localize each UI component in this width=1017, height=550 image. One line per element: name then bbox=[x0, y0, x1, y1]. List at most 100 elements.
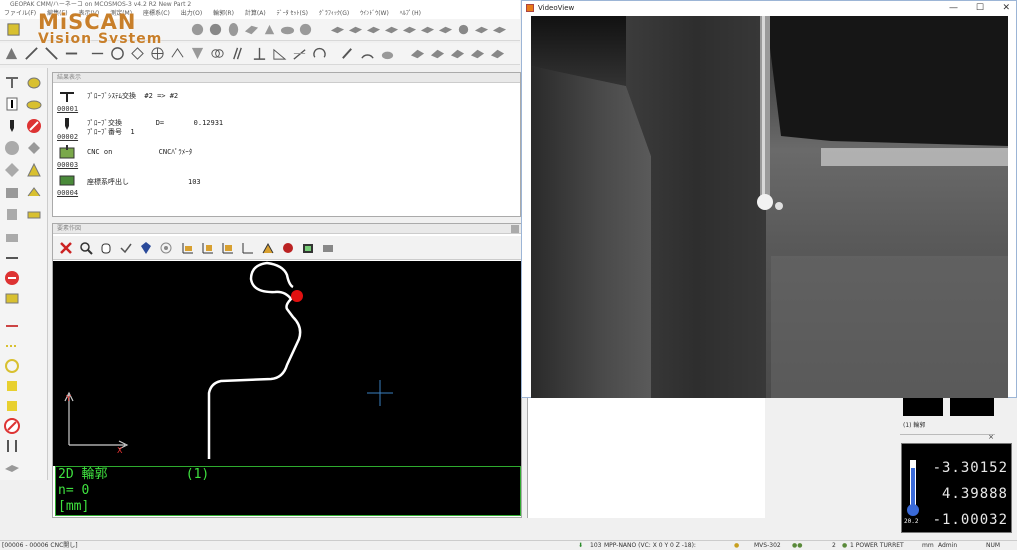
view-zx-icon[interactable] bbox=[221, 241, 235, 255]
cloud-icon[interactable] bbox=[380, 46, 395, 61]
shape-2-icon[interactable] bbox=[430, 46, 445, 61]
zoom-icon[interactable] bbox=[79, 241, 93, 255]
distance-icon[interactable] bbox=[170, 46, 185, 61]
cylinder-icon[interactable] bbox=[226, 22, 241, 37]
check-icon[interactable] bbox=[119, 241, 133, 255]
cone-icon[interactable] bbox=[262, 22, 277, 37]
symmetry-icon[interactable] bbox=[272, 46, 287, 61]
graphics-canvas[interactable]: Y X bbox=[53, 261, 521, 466]
ellipse-icon[interactable] bbox=[366, 22, 381, 37]
circle-element-icon[interactable] bbox=[208, 22, 223, 37]
pen-icon[interactable] bbox=[340, 46, 355, 61]
view-xy-icon[interactable] bbox=[181, 241, 195, 255]
line-icon[interactable] bbox=[330, 22, 345, 37]
program-row[interactable]: 00003 CNC on CNCﾊﾟﾗﾒｰﾀ bbox=[53, 143, 513, 171]
point-icon[interactable] bbox=[190, 22, 205, 37]
dotted-line-icon[interactable] bbox=[4, 338, 20, 354]
scan-circle-icon[interactable] bbox=[4, 358, 20, 374]
sheet-stack-icon[interactable] bbox=[4, 460, 20, 476]
probe-bar-icon[interactable] bbox=[4, 438, 20, 454]
robot-icon[interactable] bbox=[4, 228, 20, 244]
temperature-value: 20.2 bbox=[904, 518, 919, 525]
projection-icon[interactable] bbox=[292, 46, 307, 61]
close-button[interactable]: ✕ bbox=[1002, 1, 1010, 15]
program-row[interactable]: 00001 ﾌﾟﾛｰﾌﾞｼｽﾃﾑ交換 #2 => #2 bbox=[53, 87, 513, 115]
print-icon[interactable] bbox=[4, 290, 20, 306]
minimize-button[interactable]: — bbox=[949, 1, 958, 15]
menu-calc[interactable]: 計算(A) bbox=[245, 10, 266, 17]
view-iso-icon[interactable] bbox=[241, 241, 255, 255]
alignment-icon[interactable] bbox=[4, 74, 20, 90]
scan-box-icon[interactable] bbox=[4, 398, 20, 414]
point-tool-icon[interactable] bbox=[130, 46, 145, 61]
probe-line-icon[interactable] bbox=[4, 318, 20, 334]
intersection-icon[interactable] bbox=[150, 46, 165, 61]
surface-icon[interactable] bbox=[420, 22, 435, 37]
machine-icon[interactable] bbox=[4, 184, 20, 200]
perpendicular-icon[interactable] bbox=[252, 46, 267, 61]
shape-1-icon[interactable] bbox=[410, 46, 425, 61]
shape-5-icon[interactable] bbox=[490, 46, 505, 61]
stop-icon[interactable] bbox=[26, 118, 42, 134]
sheet-icon[interactable] bbox=[492, 22, 507, 37]
probe-ball-icon[interactable] bbox=[281, 241, 295, 255]
slot-icon[interactable] bbox=[348, 22, 363, 37]
parallel-icon[interactable] bbox=[230, 46, 245, 61]
menu-help[interactable]: ﾍﾙﾌﾟ(H) bbox=[400, 10, 421, 17]
probe-tip-icon[interactable] bbox=[4, 118, 20, 134]
torus-icon[interactable] bbox=[298, 22, 313, 37]
sequence-icon[interactable] bbox=[26, 184, 42, 200]
program-row[interactable]: 00004 座標系呼出し 103 bbox=[53, 171, 513, 199]
shape-4-icon[interactable] bbox=[470, 46, 485, 61]
move-icon[interactable] bbox=[26, 140, 42, 156]
circle-tool-icon[interactable] bbox=[110, 46, 125, 61]
home-icon[interactable] bbox=[26, 96, 42, 112]
gear-icon[interactable] bbox=[456, 22, 471, 37]
probe-system-icon[interactable] bbox=[4, 46, 19, 61]
line-tool-icon[interactable] bbox=[90, 46, 105, 61]
menu-output[interactable]: 出力(O) bbox=[181, 10, 202, 17]
view-3d-icon[interactable] bbox=[139, 241, 153, 255]
menu-contour[interactable]: 輪郭(R) bbox=[213, 10, 234, 17]
shape-3-icon[interactable] bbox=[450, 46, 465, 61]
plane-icon[interactable] bbox=[244, 22, 259, 37]
rectangle-icon[interactable] bbox=[384, 22, 399, 37]
tilted-plane-icon[interactable] bbox=[474, 22, 489, 37]
layer-icon[interactable] bbox=[26, 206, 42, 222]
probe-path-icon[interactable] bbox=[261, 241, 275, 255]
pointer-icon[interactable] bbox=[4, 250, 20, 266]
no-entry-icon[interactable] bbox=[4, 418, 20, 434]
arc-icon[interactable] bbox=[360, 46, 375, 61]
curve-icon[interactable] bbox=[438, 22, 453, 37]
scan-area-icon[interactable] bbox=[4, 378, 20, 394]
coordinate-100-b-icon[interactable] bbox=[44, 46, 59, 61]
sphere-icon[interactable] bbox=[280, 22, 295, 37]
menu-window[interactable]: ｳｲﾝﾄﾞｳ(W) bbox=[360, 10, 389, 17]
menu-graphic[interactable]: ｸﾞﾗﾌｨｯｸ(G) bbox=[319, 10, 349, 17]
print-graphic-icon[interactable] bbox=[321, 241, 335, 255]
gear-measure-icon[interactable] bbox=[4, 162, 20, 178]
view-yz-icon[interactable] bbox=[201, 241, 215, 255]
rotate-icon[interactable] bbox=[312, 46, 327, 61]
camera-feed-image[interactable] bbox=[531, 16, 1008, 398]
menu-dataset[interactable]: ﾃﾞｰﾀ ｾｯﾄ(S) bbox=[277, 10, 308, 17]
path-icon[interactable] bbox=[26, 162, 42, 178]
program-row[interactable]: 00002 ﾌﾟﾛｰﾌﾞ交換 D= 0.12931 ﾌﾟﾛｰﾌﾞ番号 1 bbox=[53, 115, 513, 143]
circle-measure-icon[interactable] bbox=[4, 140, 20, 156]
maximize-button[interactable]: ☐ bbox=[976, 1, 984, 15]
coordinate-100-c-icon[interactable] bbox=[64, 46, 79, 61]
delete-icon[interactable] bbox=[59, 241, 73, 255]
panel-close-icon[interactable] bbox=[511, 225, 519, 233]
hand-icon[interactable] bbox=[26, 74, 42, 90]
coordinate-100-icon[interactable] bbox=[24, 46, 39, 61]
camera-icon[interactable] bbox=[301, 241, 315, 255]
section-close-icon[interactable]: × bbox=[988, 433, 994, 441]
pan-hand-icon[interactable] bbox=[99, 241, 113, 255]
box-icon[interactable] bbox=[402, 22, 417, 37]
fixture-icon[interactable] bbox=[4, 206, 20, 222]
concentric-icon[interactable] bbox=[210, 46, 225, 61]
stop-sign-icon[interactable] bbox=[4, 270, 20, 286]
target-icon[interactable] bbox=[159, 241, 173, 255]
angle-icon[interactable] bbox=[190, 46, 205, 61]
probe-select-icon[interactable] bbox=[4, 96, 20, 112]
